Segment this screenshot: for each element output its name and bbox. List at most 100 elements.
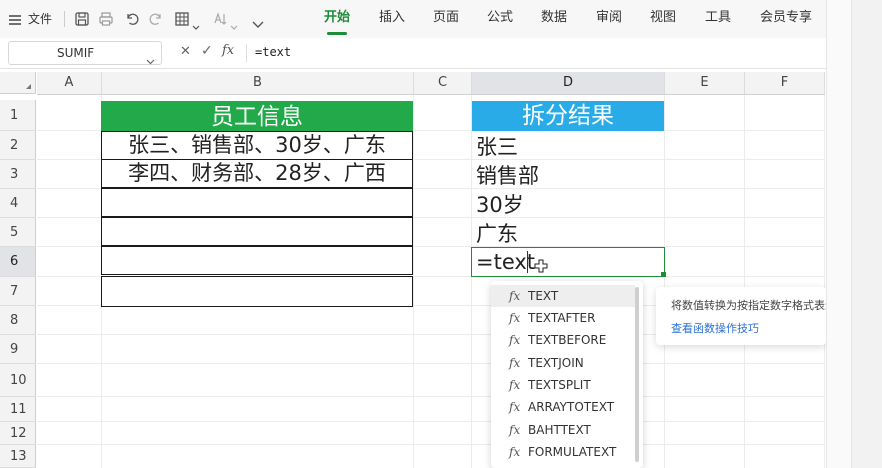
cell-b3[interactable]: 李四、财务部、28岁、广西 [101, 159, 413, 188]
autocomplete-item-label: TEXTJOIN [528, 356, 584, 370]
tab-formula-label: 公式 [486, 10, 513, 25]
tab-tools-label: 工具 [704, 10, 731, 25]
function-icon: fx [509, 378, 521, 392]
print-icon[interactable] [98, 11, 114, 27]
menu-icon[interactable] [8, 12, 22, 26]
gridline [824, 95, 825, 468]
formula-bar: SUMIF ✕ ✓ fx =text [0, 38, 826, 69]
row-header-3[interactable]: 3 [0, 160, 36, 189]
fill-handle[interactable] [661, 272, 666, 277]
cell-d5[interactable]: 广东 [476, 220, 518, 249]
tab-member[interactable]: 会员专享 [754, 0, 818, 38]
autocomplete-scrollbar[interactable] [635, 287, 639, 462]
name-box[interactable]: SUMIF [8, 41, 162, 65]
gridline [37, 421, 824, 422]
tab-insert-label: 插入 [378, 10, 405, 25]
row-header-2[interactable]: 2 [0, 131, 36, 160]
autocomplete-item-label: TEXT [528, 289, 559, 303]
row-header-1[interactable]: 1 [0, 100, 36, 131]
tab-data[interactable]: 数据 [534, 0, 574, 38]
chevron-down-icon[interactable] [146, 50, 155, 65]
tab-data-label: 数据 [540, 10, 567, 25]
cell-d3[interactable]: 销售部 [476, 162, 539, 191]
redo-icon[interactable] [148, 11, 164, 27]
cell-d4[interactable]: 30岁 [476, 191, 524, 220]
cell-b5[interactable] [101, 217, 413, 246]
formula-input[interactable]: =text [255, 45, 291, 59]
tab-review-label: 审阅 [595, 10, 622, 25]
cell-b2[interactable]: 张三、销售部、30岁、广东 [101, 131, 413, 160]
autocomplete-item-textsplit[interactable]: fx TEXTSPLIT [491, 374, 635, 396]
gridline [413, 95, 414, 468]
gridline [37, 444, 824, 445]
function-icon: fx [509, 423, 521, 437]
autocomplete-item-textafter[interactable]: fx TEXTAFTER [491, 307, 635, 329]
column-header-f[interactable]: F [745, 72, 825, 95]
row-header-10[interactable]: 10 [0, 364, 36, 397]
tab-formula[interactable]: 公式 [480, 0, 520, 38]
column-header-c[interactable]: C [414, 72, 472, 95]
column-header-b[interactable]: B [102, 72, 414, 95]
file-menu[interactable]: 文件 [28, 0, 52, 38]
function-icon: fx [509, 333, 521, 347]
chevron-down-icon[interactable] [230, 16, 238, 30]
column-header-a[interactable]: A [37, 72, 102, 95]
gridline [37, 396, 824, 397]
row-header-13[interactable]: 13 [0, 445, 36, 468]
function-icon: fx [509, 445, 521, 459]
more-chevron-icon[interactable] [252, 14, 264, 28]
cell-b7[interactable] [101, 276, 413, 307]
tooltip-help-link[interactable]: 查看函数操作技巧 [671, 320, 759, 336]
cell-select-cursor-icon [534, 258, 548, 273]
autocomplete-item-text[interactable]: fx TEXT [491, 285, 635, 307]
tab-tools[interactable]: 工具 [698, 0, 738, 38]
row-header-6[interactable]: 6 [0, 247, 36, 277]
divider [64, 11, 65, 27]
tab-view[interactable]: 视图 [643, 0, 683, 38]
gridline [744, 95, 745, 468]
confirm-icon[interactable]: ✓ [201, 43, 213, 59]
autocomplete-item-arraytotext[interactable]: fx ARRAYTOTEXT [491, 396, 635, 418]
tab-page[interactable]: 页面 [426, 0, 466, 38]
fx-icon[interactable]: fx [222, 43, 234, 58]
tab-member-label: 会员专享 [759, 10, 812, 25]
autocomplete-item-textbefore[interactable]: fx TEXTBEFORE [491, 329, 635, 351]
table-border-icon[interactable] [174, 11, 190, 27]
function-icon: fx [509, 356, 521, 370]
cancel-icon[interactable]: ✕ [180, 44, 191, 59]
row-header-5[interactable]: 5 [0, 218, 36, 247]
sort-icon[interactable] [212, 11, 228, 27]
tab-home-label: 开始 [323, 10, 350, 25]
autocomplete-item-bahttext[interactable]: fx BAHTTEXT [491, 419, 635, 441]
chevron-down-icon[interactable] [192, 16, 200, 30]
cell-d2[interactable]: 张三 [476, 133, 518, 162]
cell-b1-header[interactable]: 员工信息 [101, 101, 413, 131]
function-icon: fx [509, 311, 521, 325]
tab-review[interactable]: 审阅 [589, 0, 629, 38]
row-header-4[interactable]: 4 [0, 189, 36, 218]
save-icon[interactable] [74, 11, 90, 27]
row-header-7[interactable]: 7 [0, 277, 36, 306]
cell-d1-header[interactable]: 拆分结果 [472, 101, 664, 131]
function-icon: fx [509, 400, 521, 414]
select-all-corner[interactable] [0, 72, 36, 94]
autocomplete-item-formulatext[interactable]: fx FORMULATEXT [491, 441, 635, 463]
row-header-8[interactable]: 8 [0, 306, 36, 335]
undo-icon[interactable] [124, 11, 140, 27]
tab-home[interactable]: 开始 [317, 0, 357, 38]
cell-b4[interactable] [101, 188, 413, 217]
name-box-value: SUMIF [57, 46, 95, 60]
tab-insert[interactable]: 插入 [372, 0, 412, 38]
cell-b6[interactable] [101, 246, 413, 275]
gridline [471, 95, 472, 468]
row-header-12[interactable]: 12 [0, 422, 36, 445]
column-header-e[interactable]: E [665, 72, 745, 95]
row-header-11[interactable]: 11 [0, 397, 36, 422]
row-header-9[interactable]: 9 [0, 335, 36, 364]
column-header-d[interactable]: D [472, 72, 665, 95]
function-icon: fx [509, 289, 521, 303]
tab-page-label: 页面 [432, 10, 459, 25]
autocomplete-item-label: BAHTTEXT [528, 423, 591, 437]
active-cell-d6[interactable]: =text [471, 247, 666, 277]
autocomplete-item-textjoin[interactable]: fx TEXTJOIN [491, 352, 635, 374]
